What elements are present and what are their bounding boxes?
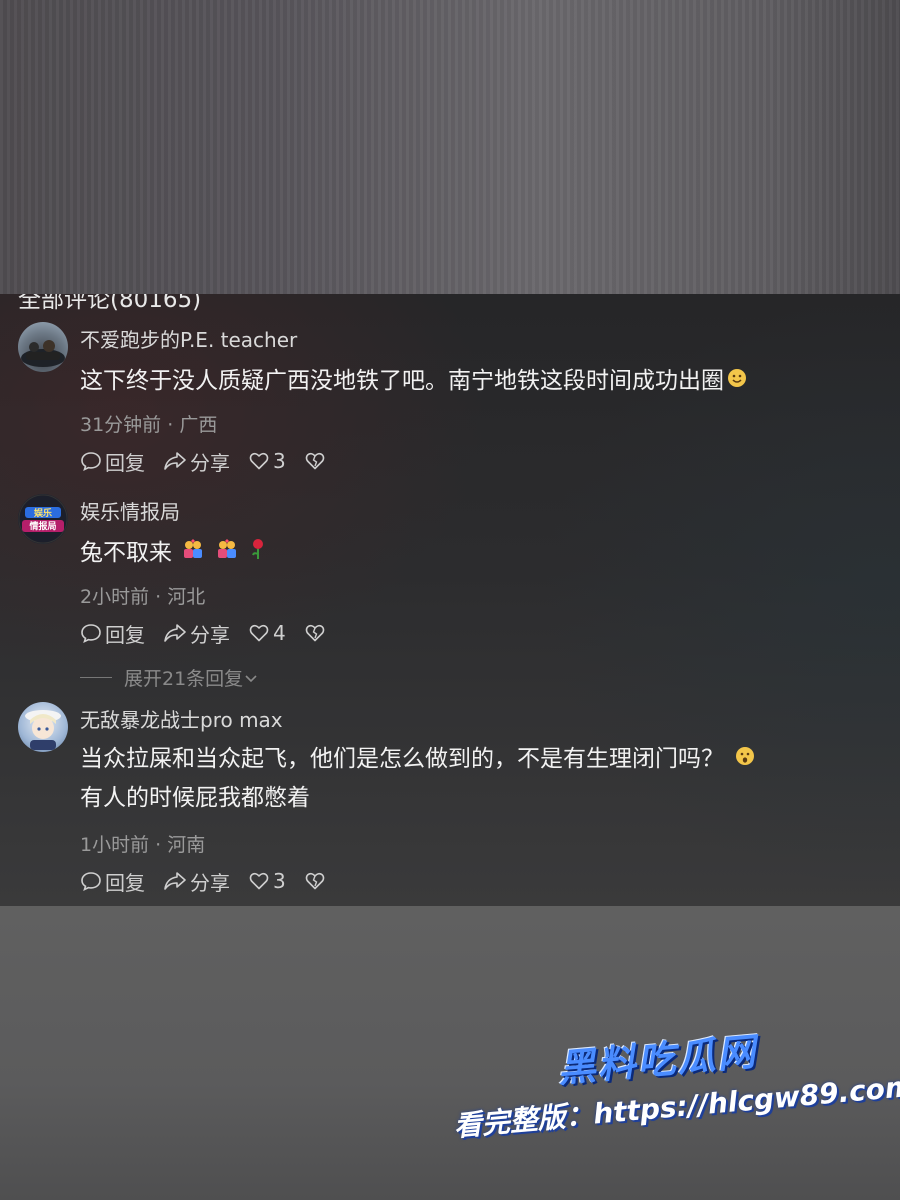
share-arrow-icon: [164, 624, 186, 642]
smile-emoji-icon: [726, 363, 748, 401]
like-button[interactable]: 3: [248, 449, 286, 473]
expand-replies-button[interactable]: 展开21条回复: [80, 664, 259, 691]
avatar-character-icon: [25, 710, 61, 750]
comment-meta: 1小时前 · 河南: [80, 830, 205, 857]
chevron-down-icon: [245, 674, 257, 682]
comment-meta: 31分钟前 · 广西: [80, 410, 217, 437]
avatar[interactable]: [18, 702, 68, 752]
comment-panel[interactable]: 全部评论(80165) 不爱跑步的P.E. teacher 这下终于没人质疑广西…: [0, 294, 900, 906]
comment-text-line: 有人的时候屁我都憋着: [80, 784, 310, 811]
reply-bubble-icon: [81, 872, 101, 892]
comment-text-content: 当众拉屎和当众起飞，他们是怎么做到的，不是有生理闭门吗？: [80, 746, 724, 772]
couple-emoji-icon: [215, 535, 239, 573]
comment-text: 当众拉屎和当众起飞，他们是怎么做到的，不是有生理闭门吗？ 有人的时候屁我都憋着: [80, 740, 880, 817]
comment-text-line: 当众拉屎和当众起飞，他们是怎么做到的，不是有生理闭门吗？: [80, 740, 880, 779]
dislike-button[interactable]: [304, 622, 329, 644]
reply-label: 回复: [105, 622, 145, 647]
comment-count-title: 全部评论(80165): [18, 294, 202, 313]
comment-location: 河南: [167, 834, 206, 856]
comment-actions: 回复 分享 3: [80, 867, 347, 896]
rose-emoji-icon: [248, 535, 268, 573]
reply-label: 回复: [105, 450, 145, 475]
avatar-photo-icon: [21, 340, 65, 367]
svg-text:情报局: 情报局: [28, 520, 56, 532]
share-label: 分享: [190, 450, 230, 475]
heart-icon: [249, 872, 269, 890]
comment-time: 31分钟前: [80, 414, 162, 436]
reply-bubble-icon: [81, 624, 101, 644]
bottom-background: [0, 906, 900, 1200]
share-arrow-icon: [164, 452, 186, 470]
svg-text:娱乐: 娱乐: [34, 507, 52, 519]
comment-location: 广西: [179, 414, 218, 436]
comment-username[interactable]: 无敌暴龙战士pro max: [80, 704, 283, 733]
comment-text-content: 兔不取来: [80, 540, 172, 566]
comment-text-content: 这下终于没人质疑广西没地铁了吧。南宁地铁这段时间成功出圈: [80, 368, 724, 394]
like-count: 3: [273, 869, 286, 893]
heart-icon: [249, 624, 269, 642]
broken-heart-icon: [305, 624, 325, 642]
comment-text: 兔不取来: [80, 534, 880, 573]
comment-time: 2小时前: [80, 586, 150, 608]
dislike-button[interactable]: [304, 450, 329, 472]
share-button[interactable]: 分享: [163, 619, 230, 648]
avatar-logo-icon: 娱乐 情报局: [18, 494, 68, 544]
comment-username[interactable]: 娱乐情报局: [80, 496, 180, 525]
reply-label: 回复: [105, 870, 145, 895]
avatar[interactable]: [18, 322, 68, 372]
like-button[interactable]: 3: [248, 869, 286, 893]
meta-separator: ·: [149, 834, 168, 856]
reply-bubble-icon: [81, 452, 101, 472]
reply-button[interactable]: 回复: [80, 619, 145, 648]
broken-heart-icon: [305, 452, 325, 470]
comment-actions: 回复 分享 4: [80, 619, 347, 648]
reply-button[interactable]: 回复: [80, 447, 145, 476]
meta-separator: ·: [149, 586, 168, 608]
expand-replies-label: 展开21条回复: [124, 668, 244, 690]
comment-username[interactable]: 不爱跑步的P.E. teacher: [80, 324, 297, 353]
reply-button[interactable]: 回复: [80, 867, 145, 896]
share-label: 分享: [190, 870, 230, 895]
share-arrow-icon: [164, 872, 186, 890]
comment-actions: 回复 分享 3: [80, 447, 347, 476]
comment-location: 河北: [167, 586, 206, 608]
surprised-emoji-icon: [734, 741, 756, 779]
like-count: 4: [273, 621, 286, 645]
meta-separator: ·: [161, 414, 180, 436]
comment-meta: 2小时前 · 河北: [80, 582, 205, 609]
avatar[interactable]: 娱乐 情报局: [18, 494, 68, 544]
share-button[interactable]: 分享: [163, 867, 230, 896]
comment-text: 这下终于没人质疑广西没地铁了吧。南宁地铁这段时间成功出圈: [80, 362, 880, 401]
comment-time: 1小时前: [80, 834, 150, 856]
like-count: 3: [273, 449, 286, 473]
share-button[interactable]: 分享: [163, 447, 230, 476]
top-background: [0, 0, 900, 294]
couple-emoji-icon: [181, 535, 205, 573]
expand-divider: [80, 677, 112, 678]
share-label: 分享: [190, 622, 230, 647]
dislike-button[interactable]: [304, 870, 329, 892]
heart-icon: [249, 452, 269, 470]
like-button[interactable]: 4: [248, 621, 286, 645]
broken-heart-icon: [305, 872, 325, 890]
